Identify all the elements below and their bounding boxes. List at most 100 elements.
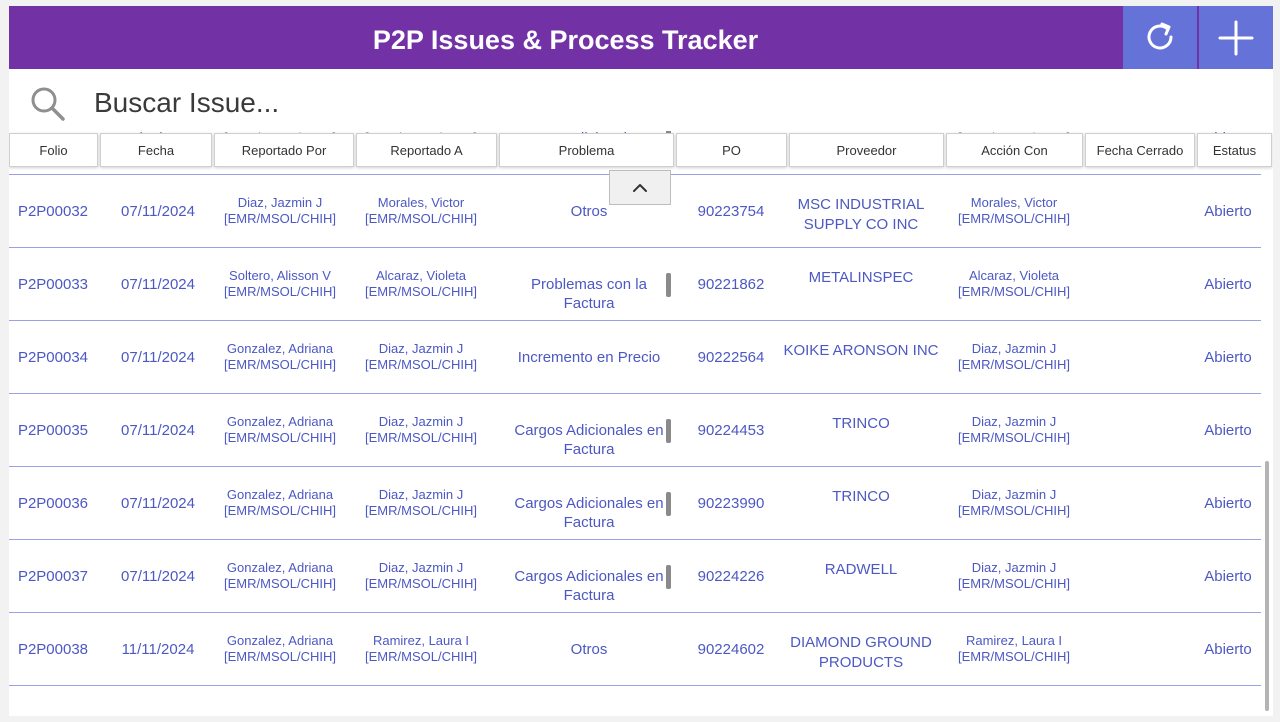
estatus-cell: Abierto: [1204, 567, 1252, 585]
person-dept: [EMR/MSOL/CHIH]: [365, 211, 477, 226]
person-dept: [EMR/MSOL/CHIH]: [224, 430, 336, 445]
reportado-a-cell: Ramirez, Laura I [EMR/MSOL/CHIH]: [353, 613, 489, 685]
folio-cell[interactable]: P2P00033: [9, 248, 97, 320]
column-header-reportado-por[interactable]: Reportado Por: [214, 133, 354, 167]
fecha-cell: 11/11/2024: [121, 640, 195, 658]
person-dept: [EMR/MSOL/CHIH]: [958, 576, 1070, 591]
reportado-a-cell: Diaz, Jazmin J [EMR/MSOL/CHIH]: [353, 394, 489, 466]
proveedor-cell: RADWELL: [824, 561, 898, 578]
fecha-cell: 07/11/2024: [121, 202, 195, 220]
fecha-cell: 07/11/2024: [121, 494, 195, 512]
reportado-a-cell: Diaz, Jazmin J [EMR/MSOL/CHIH]: [353, 467, 489, 539]
column-header-fecha[interactable]: Fecha: [100, 133, 212, 167]
table-row[interactable]: P2P00034 07/11/2024 Gonzalez, Adriana [EMR/…: [9, 321, 1261, 394]
estatus-cell: Abierto: [1204, 275, 1252, 293]
reportado-a-cell: Diaz, Jazmin J [EMR/MSOL/CHIH]: [353, 540, 489, 612]
column-header-estatus[interactable]: Estatus: [1197, 133, 1272, 167]
person-name: Diaz, Jazmin J: [971, 414, 1057, 429]
problema-text: Cargos Adicionales en Factura: [514, 568, 664, 604]
column-header-proveedor[interactable]: Proveedor: [789, 133, 944, 167]
scrollbar[interactable]: [1265, 461, 1269, 711]
person-name: Alcaraz, Violeta: [375, 268, 467, 283]
folio-cell[interactable]: P2P00036: [9, 467, 97, 539]
fecha-cerrado-cell: [1089, 540, 1189, 612]
column-header-problema[interactable]: Problema: [499, 133, 674, 167]
cell-scrollbar[interactable]: [666, 492, 671, 516]
po-cell: 90224226: [697, 567, 765, 585]
fecha-cerrado-cell: [1089, 613, 1189, 685]
fecha-cell: 07/11/2024: [121, 275, 195, 293]
accion-con-cell: Diaz, Jazmin J [EMR/MSOL/CHIH]: [944, 321, 1084, 393]
accion-con-cell: Ramirez, Laura I [EMR/MSOL/CHIH]: [944, 613, 1084, 685]
column-header-accion-con[interactable]: Acción Con: [946, 133, 1083, 167]
search-bar: [9, 69, 1273, 135]
reportado-a-cell: Diaz, Jazmin J [EMR/MSOL/CHIH]: [353, 321, 489, 393]
problema-cell: Cargos Adicionales en Factura: [504, 394, 674, 466]
cell-scrollbar[interactable]: [666, 273, 671, 297]
column-headers: Folio Fecha Reportado Por Reportado A Pr…: [9, 133, 1273, 169]
estatus-cell: Abierto: [1204, 494, 1252, 512]
column-header-reportado-a[interactable]: Reportado A: [356, 133, 497, 167]
person-name: Diaz, Jazmin J: [971, 341, 1057, 356]
column-header-po[interactable]: PO: [676, 133, 787, 167]
column-header-fecha-cerrado[interactable]: Fecha Cerrado: [1085, 133, 1195, 167]
problema-text: Otros: [570, 640, 608, 658]
table-row[interactable]: P2P00037 07/11/2024 Gonzalez, Adriana [EMR/…: [9, 540, 1261, 613]
person-name: Soltero, Alisson V: [229, 268, 331, 283]
person-name: Alcaraz, Violeta: [968, 268, 1060, 283]
person-name: Ramirez, Laura I: [372, 633, 470, 648]
person-dept: [EMR/MSOL/CHIH]: [224, 649, 336, 664]
table-row[interactable]: P2P00036 07/11/2024 Gonzalez, Adriana [EMR/…: [9, 467, 1261, 540]
chevron-up-icon: [633, 183, 647, 192]
collapse-button[interactable]: [609, 170, 671, 205]
problema-cell: Otros: [504, 613, 674, 685]
problema-text: Cargos Adicionales en Factura: [514, 495, 664, 531]
problema-cell: Incremento en Precio: [504, 321, 674, 393]
accion-con-cell: Alcaraz, Violeta [EMR/MSOL/CHIH]: [944, 248, 1084, 320]
person-dept: [EMR/MSOL/CHIH]: [365, 357, 477, 372]
person-dept: [EMR/MSOL/CHIH]: [958, 430, 1070, 445]
column-header-folio[interactable]: Folio: [9, 133, 98, 167]
problema-cell: Problemas con la Factura: [504, 248, 674, 320]
person-name: Diaz, Jazmin J: [378, 560, 464, 575]
folio-cell[interactable]: P2P00037: [9, 540, 97, 612]
cell-scrollbar[interactable]: [666, 419, 671, 443]
person-dept: [EMR/MSOL/CHIH]: [365, 430, 477, 445]
refresh-button[interactable]: [1123, 6, 1197, 69]
reportado-a-cell: Alcaraz, Violeta [EMR/MSOL/CHIH]: [353, 248, 489, 320]
proveedor-cell: TRINCO: [832, 488, 890, 505]
po-cell: 90222564: [697, 348, 765, 366]
person-dept: [EMR/MSOL/CHIH]: [224, 357, 336, 372]
person-dept: [EMR/MSOL/CHIH]: [365, 284, 477, 299]
problema-text: Incremento en Precio: [517, 348, 661, 366]
person-dept: [EMR/MSOL/CHIH]: [224, 576, 336, 591]
person-dept: [EMR/MSOL/CHIH]: [958, 211, 1070, 226]
po-cell: 90224602: [697, 640, 765, 658]
search-input[interactable]: [87, 83, 794, 123]
person-name: Gonzalez, Adriana: [226, 487, 334, 502]
person-name: Diaz, Jazmin J: [971, 560, 1057, 575]
folio-cell[interactable]: P2P00038: [9, 613, 97, 685]
folio-cell[interactable]: P2P00035: [9, 394, 97, 466]
person-name: Diaz, Jazmin J: [378, 487, 464, 502]
accion-con-cell: Diaz, Jazmin J [EMR/MSOL/CHIH]: [944, 467, 1084, 539]
person-name: Gonzalez, Adriana: [226, 633, 334, 648]
reportado-por-cell: Gonzalez, Adriana [EMR/MSOL/CHIH]: [212, 540, 348, 612]
cell-scrollbar[interactable]: [666, 565, 671, 589]
person-dept: [EMR/MSOL/CHIH]: [224, 284, 336, 299]
table-row[interactable]: P2P00035 07/11/2024 Gonzalez, Adriana [EMR/…: [9, 394, 1261, 467]
reportado-por-cell: Diaz, Jazmin J [EMR/MSOL/CHIH]: [212, 175, 348, 247]
add-button[interactable]: [1199, 6, 1273, 69]
table-row[interactable]: P2P00038 11/11/2024 Gonzalez, Adriana [EMR/…: [9, 613, 1261, 686]
proveedor-cell: DIAMOND GROUND PRODUCTS: [790, 634, 932, 671]
fecha-cerrado-cell: [1089, 394, 1189, 466]
person-dept: [EMR/MSOL/CHIH]: [958, 284, 1070, 299]
folio-cell[interactable]: P2P00032: [9, 175, 97, 247]
folio-cell[interactable]: P2P00034: [9, 321, 97, 393]
person-dept: [EMR/MSOL/CHIH]: [365, 649, 477, 664]
fecha-cerrado-cell: [1089, 467, 1189, 539]
po-cell: 90221862: [697, 275, 765, 293]
person-dept: [EMR/MSOL/CHIH]: [365, 576, 477, 591]
table-row[interactable]: P2P00033 07/11/2024 Soltero, Alisson V [EMR…: [9, 248, 1261, 321]
reportado-por-cell: Gonzalez, Adriana [EMR/MSOL/CHIH]: [212, 394, 348, 466]
